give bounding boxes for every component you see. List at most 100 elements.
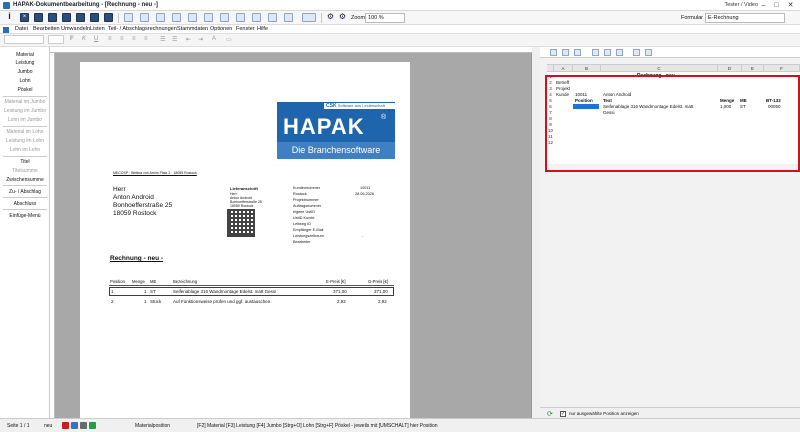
sheet-rows-icon[interactable] — [604, 49, 611, 56]
settings-gear-icon[interactable]: ⚙ — [326, 13, 335, 22]
close-button[interactable]: ✕ — [785, 1, 796, 10]
menu-abschlagsrechnungen[interactable]: Teil- / Abschlagsrechnungen — [108, 26, 177, 32]
title-bar: HAPAK-Dokumentbearbeitung - [Rechnung - … — [0, 0, 800, 11]
indent-icon[interactable] — [252, 13, 261, 22]
sheet-export-icon[interactable] — [645, 49, 652, 56]
insert-above-icon[interactable] — [172, 13, 181, 22]
row2-position[interactable]: 2 — [111, 299, 114, 304]
pdf-icon[interactable] — [62, 422, 69, 429]
underline-icon[interactable]: U — [94, 36, 98, 42]
align-center-icon[interactable]: ≡ — [120, 36, 124, 42]
attach-icon[interactable] — [80, 422, 87, 429]
sidebar-item-material[interactable]: Material — [0, 52, 50, 58]
sidebar-item-abschluss[interactable]: Abschluss — [0, 201, 50, 207]
doc-menu-icon[interactable] — [3, 26, 9, 33]
row1-menge[interactable]: 1 — [144, 289, 147, 294]
font-family-select[interactable] — [4, 35, 44, 44]
minimize-button[interactable]: – — [758, 1, 769, 10]
insert-below-icon[interactable] — [188, 13, 197, 22]
print-icon[interactable] — [62, 13, 71, 22]
sheet-toolbar — [540, 47, 800, 58]
sidebar-item-leistung[interactable]: Leistung — [0, 60, 50, 66]
col-b[interactable]: B — [573, 65, 601, 72]
save-as-icon[interactable] — [48, 13, 57, 22]
only-selected-checkbox[interactable]: ✓ — [560, 411, 566, 417]
number-list-icon[interactable]: ☰ — [172, 36, 177, 43]
sidebar-item-material-im-lohn: Material im Lohn — [6, 129, 44, 135]
row2-epreis[interactable]: 2,92 — [337, 299, 346, 304]
email-icon[interactable] — [90, 13, 99, 22]
info-label: UstID Kunde — [293, 216, 315, 220]
indent-decrease-icon[interactable]: ⇤ — [186, 36, 191, 43]
numbering-icon[interactable] — [302, 13, 316, 22]
calculate-icon[interactable] — [284, 13, 293, 22]
align-left-icon[interactable]: ≡ — [108, 36, 112, 42]
highlight-icon[interactable]: ▭ — [226, 36, 232, 43]
row2-gpreis[interactable]: 2,92 — [378, 299, 387, 304]
font-size-select[interactable] — [48, 35, 64, 44]
menu-bearbeiten[interactable]: Bearbeiten — [33, 26, 60, 32]
close-doc-icon[interactable]: × — [20, 13, 29, 22]
menu-umwandeln[interactable]: Umwandeln — [61, 26, 90, 32]
row2-bezeichnung[interactable]: Auf Funktionsweise prüfen und ggf. austa… — [173, 299, 272, 304]
sheet-save-icon[interactable] — [550, 49, 557, 56]
sheet-table-icon[interactable] — [562, 49, 569, 56]
justify-icon[interactable]: ≡ — [144, 36, 148, 42]
formular-select[interactable]: E-Rechnung — [705, 13, 785, 23]
maximize-button[interactable]: □ — [771, 1, 782, 10]
move-down-icon[interactable] — [236, 13, 245, 22]
align-right-icon[interactable]: ≡ — [132, 36, 136, 42]
bold-icon[interactable]: F — [70, 36, 74, 42]
paste-icon[interactable] — [140, 13, 149, 22]
row1-gpreis[interactable]: 371,00 — [374, 289, 388, 294]
sheet-filter-icon[interactable] — [616, 49, 623, 56]
outdent-icon[interactable] — [268, 13, 277, 22]
row1-position[interactable]: 1 — [111, 289, 114, 294]
row1-epreis[interactable]: 371,00 — [333, 289, 347, 294]
col-c[interactable]: C — [601, 65, 718, 72]
menu-hilfe[interactable]: Hilfe — [257, 26, 268, 32]
sidebar-item-einfuege-menu[interactable]: Einfüge-Menü — [0, 213, 50, 219]
sidebar-item-zwischensumme[interactable]: Zwischensumme — [0, 177, 50, 183]
sheet-print-icon[interactable] — [633, 49, 640, 56]
menu-datei[interactable]: Datei — [15, 26, 28, 32]
save-icon[interactable] — [34, 13, 43, 22]
move-up-icon[interactable] — [220, 13, 229, 22]
row2-me[interactable]: Stück — [150, 299, 161, 304]
sidebar-item-zu-abschlag[interactable]: Zu- / Abschlag — [0, 189, 50, 195]
col-f[interactable]: F — [764, 65, 800, 72]
info-icon[interactable]: i — [5, 12, 14, 22]
sheet-columns-icon[interactable] — [592, 49, 599, 56]
sidebar-item-lohn[interactable]: Lohn — [0, 78, 50, 84]
refresh-icon[interactable]: ⟳ — [547, 410, 553, 418]
check-icon[interactable] — [89, 422, 96, 429]
bullet-list-icon[interactable]: ☰ — [160, 36, 165, 43]
options-gear-icon[interactable]: ⚙ — [338, 13, 347, 22]
menu-optionen[interactable]: Optionen — [210, 26, 232, 32]
export-icon[interactable] — [104, 13, 113, 22]
italic-icon[interactable]: K — [82, 36, 86, 42]
insert-row-icon[interactable] — [156, 13, 165, 22]
col-d[interactable]: D — [718, 65, 742, 72]
sheet-grid-icon[interactable] — [574, 49, 581, 56]
row1-bezeichnung[interactable]: Seifenablage 316 Wandmontage Edelst. mat… — [173, 289, 276, 294]
sidebar-item-jumbo[interactable]: Jumbo — [0, 69, 50, 75]
mail-icon[interactable] — [71, 422, 78, 429]
print-preview-icon[interactable] — [76, 13, 85, 22]
document-page[interactable]: CSK Software aus Leidenschaft HAPAK ® Di… — [80, 62, 410, 418]
text-color-icon[interactable]: A — [212, 36, 216, 42]
sidebar-item-poeskel[interactable]: Pöskel — [0, 87, 50, 93]
col-a[interactable]: A — [554, 65, 573, 72]
copy-icon[interactable] — [124, 13, 133, 22]
row1-me[interactable]: ST — [150, 289, 156, 294]
zoom-select[interactable]: 100 % — [365, 13, 405, 23]
delete-row-icon[interactable] — [204, 13, 213, 22]
menu-fenster[interactable]: Fenster — [236, 26, 255, 32]
sidebar-item-titel[interactable]: Titel — [0, 159, 50, 165]
format-toolbar: F K U ≡ ≡ ≡ ≡ ☰ ☰ ⇤ ⇥ A ▭ — [0, 34, 800, 47]
indent-increase-icon[interactable]: ⇥ — [198, 36, 203, 43]
menu-listen[interactable]: Listen — [90, 26, 105, 32]
row2-menge[interactable]: 1 — [144, 299, 147, 304]
col-e[interactable]: E — [742, 65, 764, 72]
menu-stammdaten[interactable]: Stammdaten — [177, 26, 208, 32]
